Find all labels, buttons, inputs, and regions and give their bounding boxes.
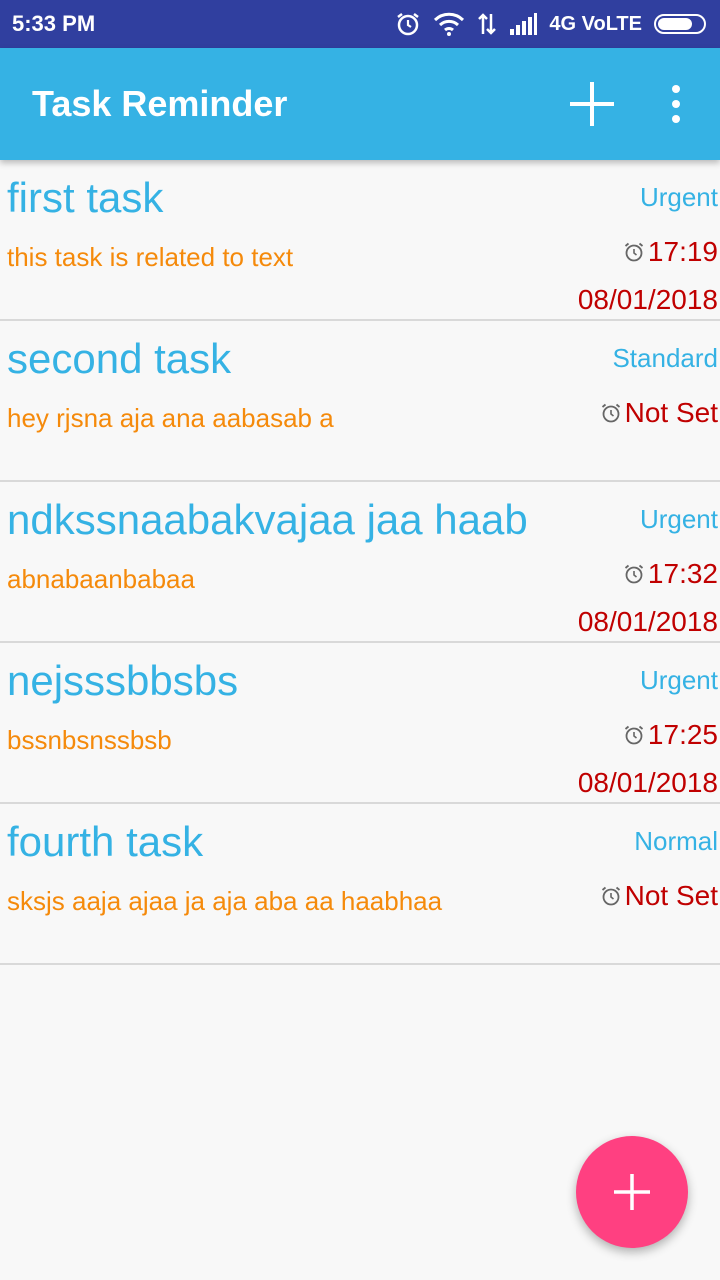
task-priority: Standard bbox=[612, 343, 718, 373]
more-vert-icon bbox=[672, 85, 680, 93]
battery-icon bbox=[654, 14, 706, 34]
task-item[interactable]: first task this task is related to text … bbox=[0, 160, 720, 321]
plus-icon bbox=[570, 82, 614, 126]
plus-icon bbox=[614, 1174, 650, 1210]
task-reminder-time: 17:19 bbox=[623, 236, 718, 268]
overflow-menu-button[interactable] bbox=[658, 78, 694, 130]
add-task-fab[interactable] bbox=[576, 1136, 688, 1248]
task-priority: Normal bbox=[634, 826, 718, 856]
task-title: nejsssbbsbs bbox=[7, 657, 239, 704]
task-title: fourth task bbox=[7, 818, 204, 865]
app-bar: Task Reminder bbox=[0, 48, 720, 160]
task-description: sksjs aaja ajaa ja aja aba aa haabhaa bbox=[7, 886, 443, 916]
wifi-icon bbox=[433, 12, 465, 36]
status-time: 5:33 PM bbox=[12, 11, 96, 36]
app-title: Task Reminder bbox=[32, 83, 288, 124]
add-task-button[interactable] bbox=[562, 76, 622, 132]
signal-icon bbox=[509, 13, 538, 35]
task-time-value: Not Set bbox=[624, 880, 718, 911]
alarm-clock-icon bbox=[624, 564, 643, 584]
task-item[interactable]: nejsssbbsbs bssnbsnssbsb Urgent 17:25 08… bbox=[0, 643, 720, 804]
task-description: bssnbsnssbsb bbox=[7, 725, 172, 755]
task-reminder-time: Not Set bbox=[600, 880, 718, 912]
alarm-clock-icon bbox=[624, 725, 643, 745]
task-description: abnabaanbabaa bbox=[7, 564, 195, 594]
task-title: second task bbox=[7, 335, 232, 382]
task-reminder-time: 17:25 bbox=[623, 719, 718, 751]
task-item[interactable]: fourth task sksjs aaja ajaa ja aja aba a… bbox=[0, 804, 720, 965]
alarm-clock-icon bbox=[601, 403, 620, 423]
task-title: ndkssnaabakvajaa jaa haab bbox=[7, 496, 528, 543]
task-date: 08/01/2018 bbox=[577, 284, 718, 315]
task-list: first task this task is related to text … bbox=[0, 160, 720, 965]
task-description: this task is related to text bbox=[7, 242, 294, 272]
task-reminder-time: Not Set bbox=[600, 397, 718, 429]
task-time-value: 17:25 bbox=[647, 719, 718, 750]
task-reminder-time: 17:32 bbox=[623, 558, 718, 590]
task-priority: Urgent bbox=[639, 665, 718, 695]
task-date: 08/01/2018 bbox=[577, 767, 718, 798]
task-time-value: 17:32 bbox=[647, 558, 718, 589]
network-label: 4G VoLTE bbox=[549, 12, 642, 35]
task-priority: Urgent bbox=[639, 504, 718, 534]
status-bar: 5:33 PM 4G VoLTE bbox=[0, 0, 720, 48]
task-description: hey rjsna aja ana aabasab a bbox=[7, 403, 334, 433]
status-icons: 4G VoLTE bbox=[395, 11, 706, 37]
task-priority: Urgent bbox=[639, 182, 718, 212]
task-title: first task bbox=[7, 174, 164, 221]
task-date: 08/01/2018 bbox=[577, 606, 718, 637]
data-transfer-icon bbox=[477, 12, 497, 36]
alarm-clock-icon bbox=[624, 242, 643, 262]
alarm-icon bbox=[395, 11, 421, 37]
task-item[interactable]: ndkssnaabakvajaa jaa haab abnabaanbabaa … bbox=[0, 482, 720, 643]
task-time-value: 17:19 bbox=[647, 236, 718, 267]
alarm-clock-icon bbox=[601, 886, 620, 906]
task-item[interactable]: second task hey rjsna aja ana aabasab a … bbox=[0, 321, 720, 482]
task-time-value: Not Set bbox=[624, 397, 718, 428]
